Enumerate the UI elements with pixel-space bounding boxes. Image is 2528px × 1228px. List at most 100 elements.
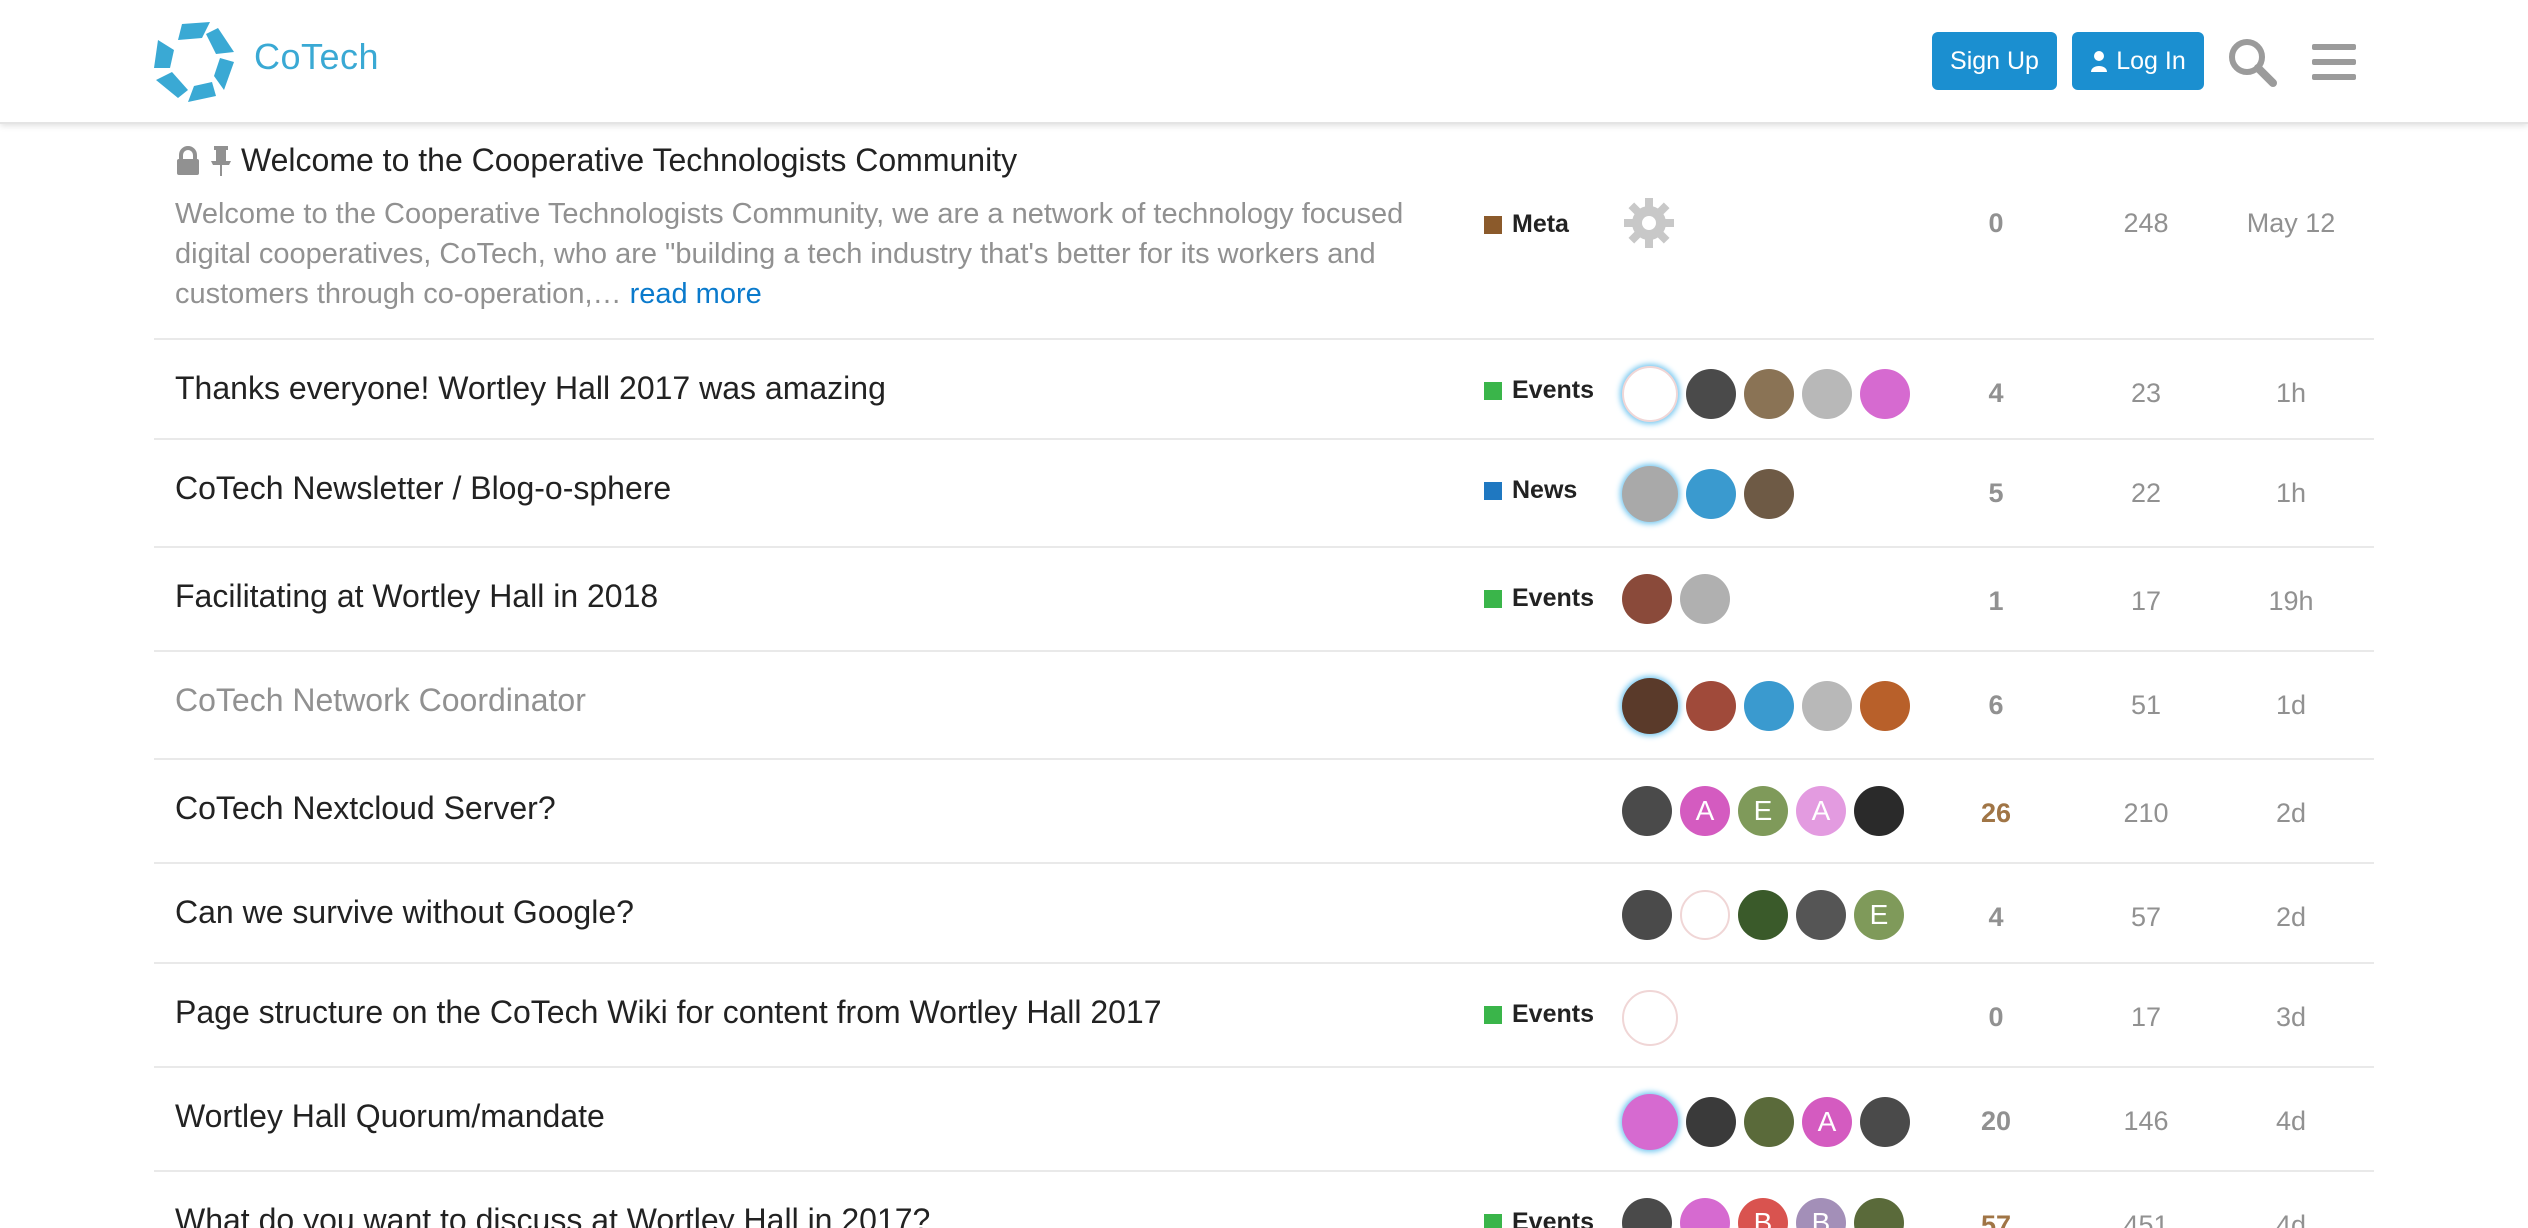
activity-time[interactable]: 19h [2231,586,2351,617]
reply-count[interactable]: 1 [1936,586,2056,617]
search-icon[interactable] [2226,36,2278,88]
avatar[interactable] [1622,990,1678,1046]
topic-title[interactable]: Wortley Hall Quorum/mandate [175,1098,605,1135]
log-in-button[interactable]: Log In [2072,32,2204,90]
avatar[interactable] [1680,890,1730,940]
avatar[interactable]: E [1738,786,1788,836]
activity-time[interactable]: 4d [2231,1106,2351,1137]
avatar[interactable] [1686,369,1736,419]
avatar[interactable] [1744,681,1794,731]
activity-time[interactable]: 3d [2231,1002,2351,1033]
reply-count[interactable]: 6 [1936,690,2056,721]
activity-time[interactable]: 1h [2231,478,2351,509]
category-label: Events [1512,584,1594,612]
avatar[interactable] [1854,786,1904,836]
avatar[interactable] [1686,469,1736,519]
avatar[interactable]: A [1796,786,1846,836]
category-badge[interactable]: Events [1484,376,1594,405]
avatar[interactable] [1744,1097,1794,1147]
avatar[interactable] [1860,681,1910,731]
activity-time[interactable]: May 12 [2231,208,2351,239]
avatar[interactable] [1802,369,1852,419]
pin-icon [211,145,231,176]
logo-icon[interactable] [152,20,236,104]
topic-title-wrap: Welcome to the Cooperative Technologists… [175,142,1017,179]
category-badge[interactable]: Events [1484,1208,1594,1228]
topic-posters [1622,366,1910,422]
category-swatch [1484,1213,1502,1228]
gear-icon[interactable] [1622,196,1676,250]
avatar[interactable] [1854,1198,1904,1228]
topic-list: Welcome to the Cooperative Technologists… [154,124,2374,1228]
category-label: Events [1512,1000,1594,1028]
avatar[interactable]: B [1796,1198,1846,1228]
topic-posters [1622,466,1794,522]
reply-count[interactable]: 0 [1936,1002,2056,1033]
avatar[interactable] [1802,681,1852,731]
avatar[interactable] [1622,574,1672,624]
avatar[interactable] [1680,1198,1730,1228]
category-badge[interactable]: Meta [1484,210,1569,239]
reply-count[interactable]: 0 [1936,208,2056,239]
avatar[interactable]: A [1680,786,1730,836]
topic-title[interactable]: Page structure on the CoTech Wiki for co… [175,994,1162,1031]
sign-up-button[interactable]: Sign Up [1932,32,2057,90]
avatar[interactable] [1686,1097,1736,1147]
read-more-link[interactable]: read more [630,278,762,310]
avatar[interactable] [1622,1094,1678,1150]
reply-count[interactable]: 57 [1936,1210,2056,1228]
view-count: 51 [2130,690,2162,720]
avatar[interactable] [1622,466,1678,522]
topic-posters [1622,574,1730,624]
activity-time[interactable]: 4d [2231,1210,2351,1228]
topic-title[interactable]: Welcome to the Cooperative Technologists… [241,142,1017,179]
topic-title[interactable]: CoTech Nextcloud Server? [175,790,556,827]
avatar[interactable] [1622,366,1678,422]
activity-time[interactable]: 1d [2231,690,2351,721]
avatar[interactable] [1622,1198,1672,1228]
avatar[interactable] [1796,890,1846,940]
topic-title[interactable]: CoTech Newsletter / Blog-o-sphere [175,470,671,507]
view-count: 451 [2123,1210,2169,1228]
avatar[interactable]: E [1854,890,1904,940]
reply-count[interactable]: 20 [1936,1106,2056,1137]
activity-time[interactable]: 1h [2231,378,2351,409]
category-swatch [1484,1005,1502,1024]
topic-title[interactable]: Can we survive without Google? [175,894,634,931]
view-count: 22 [2130,478,2162,508]
avatar[interactable] [1686,681,1736,731]
avatar[interactable] [1622,890,1672,940]
activity-time[interactable]: 2d [2231,798,2351,829]
avatar[interactable] [1738,890,1788,940]
topic-title[interactable]: CoTech Network Coordinator [175,682,586,719]
avatar[interactable]: A [1802,1097,1852,1147]
avatar[interactable] [1622,786,1672,836]
topic-row: Wortley Hall Quorum/mandate A 20 146 4d [154,1068,2374,1172]
avatar[interactable] [1622,678,1678,734]
reply-count[interactable]: 4 [1936,902,2056,933]
avatar[interactable]: B [1738,1198,1788,1228]
category-label: Events [1512,1208,1594,1228]
view-count: 248 [2123,208,2169,238]
view-count: 23 [2130,378,2162,408]
activity-time[interactable]: 2d [2231,902,2351,933]
category-badge[interactable]: News [1484,476,1577,505]
avatar[interactable] [1860,1097,1910,1147]
topic-title[interactable]: What do you want to discuss at Wortley H… [175,1202,930,1228]
reply-count[interactable]: 26 [1936,798,2056,829]
avatar[interactable] [1860,369,1910,419]
category-badge[interactable]: Events [1484,1000,1594,1029]
avatar[interactable] [1744,469,1794,519]
view-count: 17 [2130,586,2162,616]
reply-count[interactable]: 5 [1936,478,2056,509]
avatar[interactable] [1680,574,1730,624]
user-icon [2091,51,2108,72]
site-brand[interactable]: CoTech [254,36,379,78]
reply-count[interactable]: 4 [1936,378,2056,409]
topic-title[interactable]: Thanks everyone! Wortley Hall 2017 was a… [175,370,886,407]
topic-posters [1622,678,1910,734]
avatar[interactable] [1744,369,1794,419]
category-badge[interactable]: Events [1484,584,1594,613]
hamburger-menu-icon[interactable] [2308,36,2360,88]
topic-title[interactable]: Facilitating at Wortley Hall in 2018 [175,578,658,615]
